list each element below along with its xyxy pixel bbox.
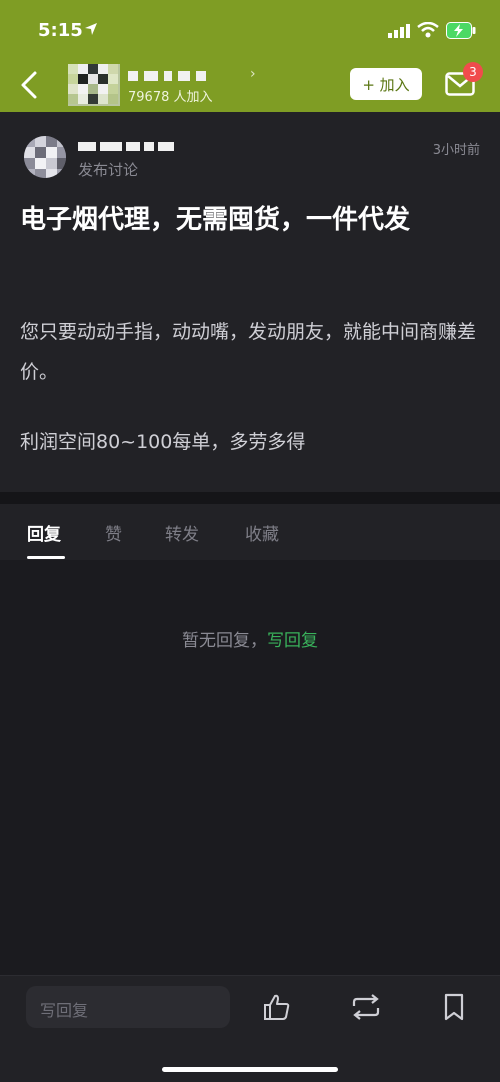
empty-replies-message: 暂无回复，写回复: [0, 626, 500, 651]
post-timestamp: 3小时前: [432, 143, 480, 158]
notification-badge: 3: [463, 62, 483, 82]
tab-replies[interactable]: 回复: [27, 520, 61, 545]
empty-replies-text: 暂无回复，: [182, 631, 267, 651]
reply-input[interactable]: 写回复: [26, 986, 230, 1028]
post-tabs: 回复 赞 转发 收藏: [0, 504, 500, 560]
group-nav-bar: › 79678 人加入 + 加入 3: [0, 60, 500, 112]
back-arrow-icon[interactable]: [18, 70, 42, 100]
section-divider: [0, 492, 500, 504]
bottom-action-bar: 写回复: [0, 975, 500, 1082]
chevron-right-icon[interactable]: ›: [250, 66, 256, 82]
tab-reposts[interactable]: 转发: [165, 520, 199, 545]
group-name-redacted[interactable]: [128, 66, 212, 85]
battery-charging-icon: [446, 22, 476, 39]
status-time: 5:15: [38, 20, 83, 41]
wifi-icon: [417, 22, 439, 38]
status-bar: 5:15: [0, 0, 500, 60]
author-name-redacted[interactable]: [78, 136, 178, 155]
post-card: 发布讨论 3小时前 电子烟代理，无需囤货，一件代发 您只要动动手指，动动嘴，发动…: [0, 112, 500, 492]
cellular-signal-icon: [388, 24, 410, 38]
tab-favorites[interactable]: 收藏: [245, 520, 279, 545]
location-arrow-icon: [85, 23, 97, 35]
repost-icon[interactable]: [350, 992, 382, 1022]
replies-area: 暂无回复，写回复: [0, 560, 500, 975]
post-action-label: 发布讨论: [78, 161, 139, 179]
post-title: 电子烟代理，无需囤货，一件代发: [20, 205, 411, 235]
top-header: 5:15 › 79678 人加入 + 加入 3: [0, 0, 500, 112]
post-paragraph: 您只要动动手指，动动嘴，发动朋友，就能中间商赚差价。: [20, 321, 477, 383]
group-member-count: 79678 人加入: [128, 90, 213, 105]
active-tab-indicator: [27, 556, 65, 559]
post-paragraph: 利润空间80~100每单，多劳多得: [20, 431, 306, 453]
tab-likes[interactable]: 赞: [105, 520, 122, 545]
bookmark-icon[interactable]: [442, 992, 466, 1022]
author-avatar[interactable]: [24, 136, 66, 178]
join-group-button[interactable]: + 加入: [350, 68, 422, 100]
post-body: 您只要动动手指，动动嘴，发动朋友，就能中间商赚差价。 利润空间80~100每单，…: [20, 312, 482, 492]
thumbs-up-icon[interactable]: [262, 992, 292, 1022]
group-avatar[interactable]: [68, 64, 120, 106]
write-reply-link[interactable]: 写回复: [267, 631, 318, 651]
home-indicator: [162, 1067, 338, 1072]
